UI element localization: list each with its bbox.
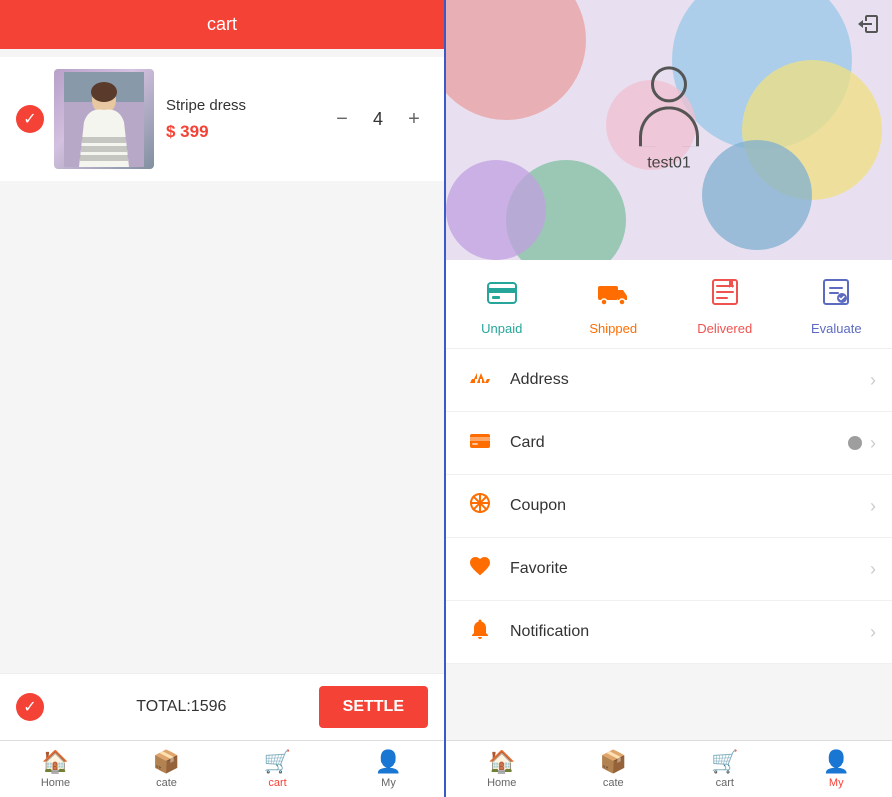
right-nav-home[interactable]: 🏠 Home (446, 741, 558, 797)
left-nav-home[interactable]: 🏠 Home (0, 741, 111, 797)
coupon-chevron-icon: › (870, 496, 876, 517)
right-nav-cate[interactable]: 📦 cate (558, 741, 670, 797)
menu-item-card[interactable]: Card › (446, 412, 892, 475)
right-nav-cart[interactable]: 🛒 cart (669, 741, 781, 797)
left-panel: cart ✓ (0, 0, 446, 797)
favorite-icon (462, 554, 498, 584)
quantity-controls: − 4 + (328, 105, 428, 133)
address-label: Address (510, 371, 870, 389)
right-bottom-nav: 🏠 Home 📦 cate 🛒 cart 👤 My (446, 740, 892, 797)
delivered-label: Delivered (697, 321, 752, 336)
cate-icon: 📦 (153, 749, 180, 775)
card-chevron-icon: › (870, 433, 876, 454)
username-label: test01 (647, 154, 691, 172)
left-nav-home-label: Home (41, 777, 70, 789)
menu-section: Address › Card › (446, 349, 892, 740)
left-nav-cate-label: cate (156, 777, 177, 789)
left-nav-my[interactable]: 👤 My (333, 741, 444, 797)
right-cate-icon: 📦 (600, 749, 627, 775)
menu-item-notification[interactable]: Notification › (446, 601, 892, 664)
product-thumbnail (54, 69, 154, 169)
left-content-spacer (0, 181, 444, 673)
status-shipped[interactable]: Shipped (558, 276, 670, 336)
status-evaluate[interactable]: Evaluate (781, 276, 892, 336)
bubble-5 (446, 160, 546, 260)
unpaid-icon (486, 276, 518, 315)
right-nav-cate-label: cate (603, 777, 624, 789)
cart-item-image (54, 69, 154, 169)
cart-title: cart (207, 14, 237, 34)
quantity-value: 4 (368, 109, 388, 130)
favorite-label: Favorite (510, 560, 870, 578)
shipped-label: Shipped (589, 321, 637, 336)
right-nav-home-label: Home (487, 777, 516, 789)
menu-item-address[interactable]: Address › (446, 349, 892, 412)
avatar (629, 66, 709, 146)
right-panel: test01 Unpaid Shi (446, 0, 892, 797)
favorite-chevron-icon: › (870, 559, 876, 580)
avatar-body (639, 106, 699, 146)
home-icon: 🏠 (42, 749, 69, 775)
address-icon (462, 365, 498, 395)
bubble-7 (702, 140, 812, 250)
unpaid-label: Unpaid (481, 321, 522, 336)
delivered-icon (709, 276, 741, 315)
card-label: Card (510, 434, 848, 452)
right-cart-icon: 🛒 (711, 749, 738, 775)
coupon-icon (462, 491, 498, 521)
avatar-container: test01 (629, 66, 709, 172)
notification-chevron-icon: › (870, 622, 876, 643)
bubble-1 (446, 0, 586, 120)
cart-icon: 🛒 (264, 749, 291, 775)
address-chevron-icon: › (870, 370, 876, 391)
cart-item-info: Stripe dress $ 399 (154, 97, 328, 142)
coupon-label: Coupon (510, 497, 870, 515)
card-icon (462, 428, 498, 458)
left-bottom-nav: 🏠 Home 📦 cate 🛒 cart 👤 My (0, 740, 444, 797)
shipped-icon (597, 276, 629, 315)
avatar-head (651, 66, 687, 102)
right-home-icon: 🏠 (488, 749, 515, 775)
left-footer: ✓ TOTAL:1596 SETTLE (0, 673, 444, 740)
right-nav-cart-label: cart (716, 777, 734, 789)
cart-item-checkbox[interactable]: ✓ (16, 105, 44, 133)
quantity-increase-button[interactable]: + (400, 105, 428, 133)
evaluate-icon (820, 276, 852, 315)
left-nav-my-label: My (381, 777, 396, 789)
cart-item-row: ✓ Stri (0, 57, 444, 181)
order-status-row: Unpaid Shipped Delivered (446, 260, 892, 349)
left-header: cart (0, 0, 444, 49)
cart-item-name: Stripe dress (166, 97, 316, 114)
settle-button[interactable]: SETTLE (319, 686, 428, 728)
right-my-icon: 👤 (823, 749, 850, 775)
notification-icon (462, 617, 498, 647)
my-icon-left: 👤 (375, 749, 402, 775)
cart-item-price: $ 399 (166, 122, 316, 142)
footer-select-all-checkbox[interactable]: ✓ (16, 693, 44, 721)
left-nav-cate[interactable]: 📦 cate (111, 741, 222, 797)
logout-button[interactable] (856, 12, 880, 42)
card-badge (848, 436, 862, 450)
menu-item-coupon[interactable]: Coupon › (446, 475, 892, 538)
right-nav-my[interactable]: 👤 My (781, 741, 892, 797)
cart-total: TOTAL:1596 (136, 698, 226, 716)
right-nav-my-label: My (829, 777, 844, 789)
evaluate-label: Evaluate (811, 321, 862, 336)
left-nav-cart-label: cart (268, 777, 286, 789)
left-nav-cart[interactable]: 🛒 cart (222, 741, 333, 797)
menu-item-favorite[interactable]: Favorite › (446, 538, 892, 601)
notification-label: Notification (510, 623, 870, 641)
status-delivered[interactable]: Delivered (669, 276, 781, 336)
profile-banner: test01 (446, 0, 892, 260)
quantity-decrease-button[interactable]: − (328, 105, 356, 133)
status-unpaid[interactable]: Unpaid (446, 276, 558, 336)
